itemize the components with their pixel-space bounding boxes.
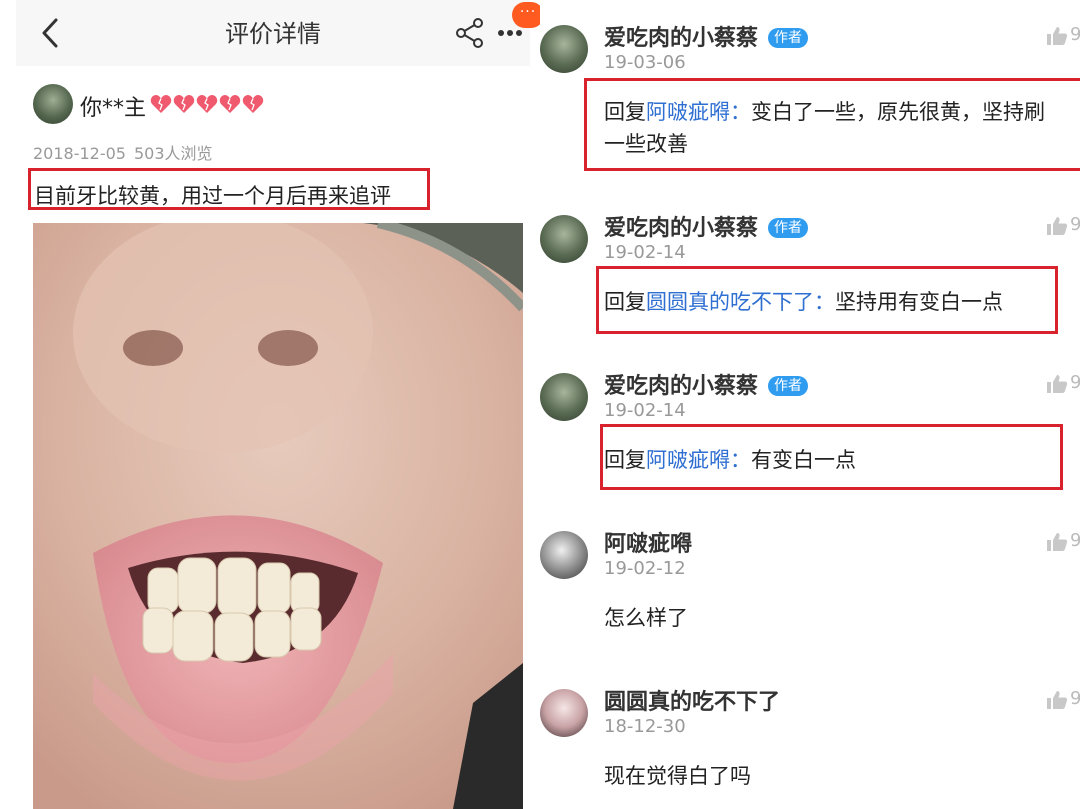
comment-text: 现在觉得白了吗 [604, 764, 751, 788]
like-count: 9 [1070, 688, 1080, 709]
thumbs-up-icon[interactable] [1046, 26, 1068, 46]
notification-badge[interactable]: ··· [512, 2, 540, 28]
thumbs-up-icon[interactable] [1046, 690, 1068, 710]
commenter-avatar[interactable] [540, 215, 588, 263]
like-count: 9 [1070, 24, 1080, 45]
commenter-name[interactable]: 爱吃肉的小蔡蔡 作者 [604, 368, 809, 400]
heart-icon [219, 95, 241, 113]
author-badge: 作者 [768, 28, 809, 48]
commenter-avatar[interactable] [540, 373, 588, 421]
view-count: 503人浏览 [133, 144, 213, 163]
rating-hearts [150, 94, 264, 116]
review-date: 2018-12-05 [33, 144, 126, 163]
top-nav-bar: 评价详情 ··· [16, 0, 540, 66]
reviewer-avatar[interactable] [33, 84, 73, 124]
highlight-box [600, 424, 1063, 490]
reviewer-name[interactable]: 你**主 [80, 90, 146, 122]
heart-icon [242, 95, 264, 113]
commenter-name[interactable]: 圆圆真的吃不下了 [604, 684, 780, 716]
like-count: 9 [1070, 372, 1080, 393]
heart-icon [173, 95, 195, 113]
commenter-avatar[interactable] [540, 25, 588, 73]
comment-date: 18-12-30 [604, 716, 686, 737]
share-icon[interactable] [454, 16, 486, 50]
comment-list-panel: 爱吃肉的小蔡蔡 作者 9 19-03-06 回复阿啵疵嘚：变白了一些，原先很黄，坚… [540, 0, 1080, 809]
page-title: 评价详情 [225, 20, 321, 48]
review-photo[interactable] [33, 223, 523, 809]
thumbs-up-icon[interactable] [1046, 374, 1068, 394]
review-detail-panel: 评价详情 ··· 你**主 2018-12-05 503人浏览 目前牙比较黄，用过… [0, 0, 540, 809]
comment-text: 怎么样了 [604, 606, 688, 630]
comment-date: 19-03-06 [604, 52, 686, 73]
teeth-photo-image [33, 223, 523, 809]
like-count: 9 [1070, 214, 1080, 235]
heart-icon [150, 95, 172, 113]
author-badge: 作者 [768, 376, 809, 396]
highlight-box [28, 168, 430, 210]
commenter-name[interactable]: 爱吃肉的小蔡蔡 作者 [604, 20, 809, 52]
comment-date: 19-02-14 [604, 242, 686, 263]
like-count: 9 [1070, 530, 1080, 551]
thumbs-up-icon[interactable] [1046, 216, 1068, 236]
highlight-box [596, 266, 1058, 334]
commenter-avatar[interactable] [540, 531, 588, 579]
comment-date: 19-02-14 [604, 400, 686, 421]
comment-date: 19-02-12 [604, 558, 686, 579]
review-meta: 2018-12-05 503人浏览 [33, 140, 213, 164]
heart-icon [196, 95, 218, 113]
author-badge: 作者 [768, 218, 809, 238]
commenter-avatar[interactable] [540, 689, 588, 737]
commenter-name[interactable]: 阿啵疵嘚 [604, 526, 692, 558]
highlight-box [584, 78, 1080, 171]
commenter-name[interactable]: 爱吃肉的小蔡蔡 作者 [604, 210, 809, 242]
thumbs-up-icon[interactable] [1046, 532, 1068, 552]
